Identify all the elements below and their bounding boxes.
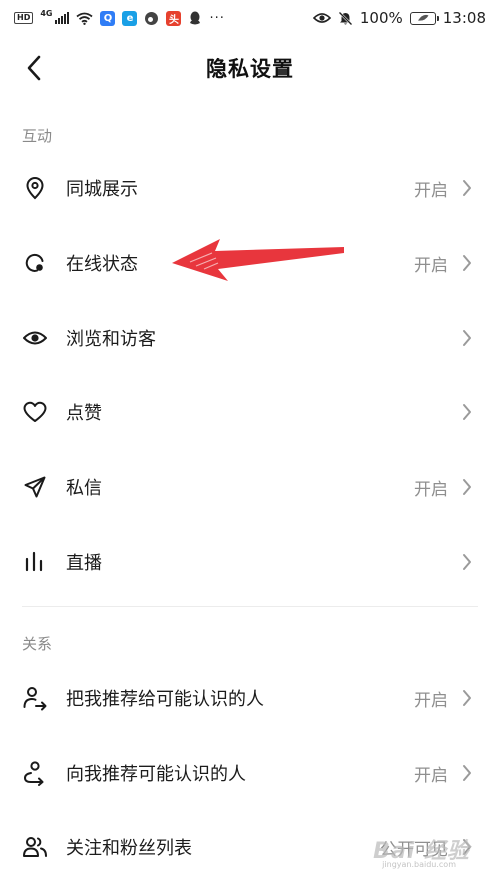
signal-icon bbox=[55, 12, 70, 24]
row-live[interactable]: 直播 bbox=[0, 530, 500, 594]
row-value: 开启 bbox=[414, 765, 448, 786]
eye-icon bbox=[22, 325, 48, 351]
row-label: 向我推荐可能认识的人 bbox=[66, 764, 246, 785]
battery-icon bbox=[409, 11, 439, 25]
clock: 13:08 bbox=[442, 9, 486, 27]
row-value: 开启 bbox=[414, 479, 448, 500]
row-label: 私信 bbox=[66, 478, 102, 499]
row-value: 开启 bbox=[414, 180, 448, 201]
row-likes[interactable]: 点赞 bbox=[0, 380, 500, 444]
row-value: 开启 bbox=[414, 690, 448, 711]
row-recommend-others-to-me[interactable]: 向我推荐可能认识的人 开启 bbox=[0, 741, 500, 805]
section-divider bbox=[22, 606, 478, 607]
eye-comfort-icon bbox=[312, 13, 331, 23]
chevron-right-icon bbox=[460, 402, 474, 422]
row-label: 直播 bbox=[66, 553, 102, 574]
user-share-icon bbox=[22, 685, 48, 711]
row-label: 在线状态 bbox=[66, 254, 138, 275]
chevron-right-icon bbox=[460, 178, 474, 198]
weibo-app-icon bbox=[145, 11, 159, 25]
status-bar-right: 100% 13:08 bbox=[312, 9, 486, 27]
search-app-icon: Q bbox=[100, 10, 116, 26]
users-icon bbox=[22, 834, 48, 860]
row-label: 关注和粉丝列表 bbox=[66, 838, 192, 859]
news-app-icon: 头 bbox=[166, 10, 182, 26]
browser-app-icon: e bbox=[122, 10, 138, 26]
row-label: 把我推荐给可能认识的人 bbox=[66, 689, 264, 710]
chevron-right-icon bbox=[460, 328, 474, 348]
chevron-right-icon bbox=[460, 477, 474, 497]
row-label: 浏览和访客 bbox=[66, 329, 156, 350]
mute-bell-icon bbox=[338, 11, 353, 25]
chevron-right-icon bbox=[460, 688, 474, 708]
location-pin-icon bbox=[22, 175, 48, 201]
row-recommend-me-to-others[interactable]: 把我推荐给可能认识的人 开启 bbox=[0, 666, 500, 730]
section-title-interaction: 互动 bbox=[22, 127, 53, 145]
row-value: 开启 bbox=[414, 255, 448, 276]
online-status-icon bbox=[22, 250, 48, 276]
battery-percent: 100% bbox=[359, 9, 403, 27]
qq-app-icon bbox=[190, 11, 201, 24]
back-button[interactable] bbox=[16, 50, 52, 86]
row-private-message[interactable]: 私信 开启 bbox=[0, 455, 500, 519]
row-label: 点赞 bbox=[66, 403, 102, 424]
heart-icon bbox=[22, 399, 48, 425]
chevron-right-icon bbox=[460, 253, 474, 273]
status-bar: HD 4G Q e 头 ··· 100% 13:08 bbox=[0, 0, 500, 36]
watermark-sub: jingyan.baidu.com bbox=[382, 860, 456, 869]
row-label: 同城展示 bbox=[66, 179, 138, 200]
wifi-icon bbox=[76, 12, 94, 25]
hd-badge: HD bbox=[14, 12, 34, 24]
status-bar-left: HD 4G Q e 头 ··· bbox=[14, 10, 225, 26]
chevron-right-icon bbox=[460, 763, 474, 783]
network-type: 4G bbox=[40, 9, 53, 18]
chevron-right-icon bbox=[460, 552, 474, 572]
row-local-display[interactable]: 同城展示 开启 bbox=[0, 156, 500, 220]
row-online-status[interactable]: 在线状态 开启 bbox=[0, 231, 500, 295]
more-notifications: ··· bbox=[209, 10, 225, 26]
user-recommend-icon bbox=[22, 760, 48, 786]
paper-plane-icon bbox=[22, 474, 48, 500]
nav-bar: 隐私设置 bbox=[0, 36, 500, 100]
section-title-relations: 关系 bbox=[22, 635, 53, 653]
chevron-left-icon bbox=[27, 55, 41, 81]
live-bars-icon bbox=[22, 549, 48, 575]
row-views-and-visitors[interactable]: 浏览和访客 bbox=[0, 306, 500, 370]
page-title: 隐私设置 bbox=[206, 57, 294, 81]
